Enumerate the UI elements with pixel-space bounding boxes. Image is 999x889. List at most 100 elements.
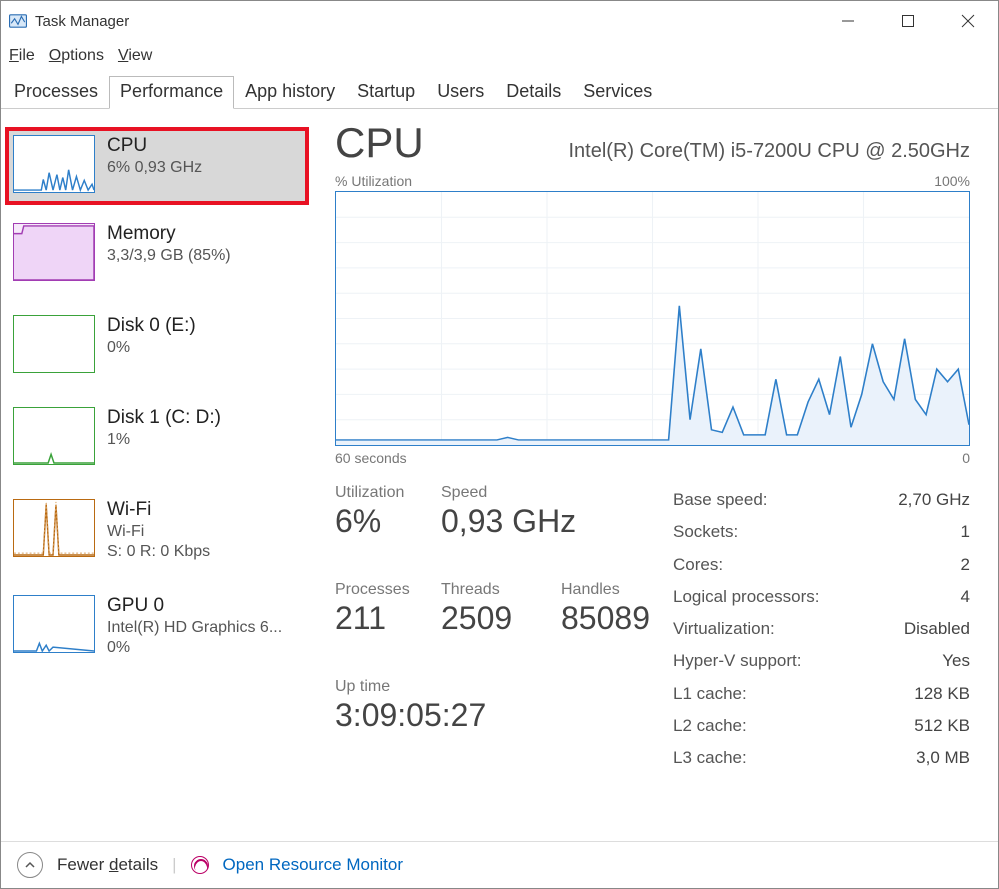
task-manager-icon (9, 12, 27, 30)
cpu-thumb (13, 135, 95, 193)
sidebar-item-disk0[interactable]: Disk 0 (E:) 0% (9, 311, 305, 381)
gpu-thumb-sub: Intel(R) HD Graphics 6... (107, 619, 282, 637)
tab-services[interactable]: Services (572, 76, 663, 109)
gpu-thumb-sub2: 0% (107, 639, 282, 657)
disk1-thumb-title: Disk 1 (C: D:) (107, 407, 221, 429)
disk0-thumb (13, 315, 95, 373)
tab-row: Processes Performance App history Startu… (1, 71, 998, 109)
wifi-thumb-sub2: S: 0 R: 0 Kbps (107, 543, 210, 561)
util-value: 6% (335, 502, 441, 540)
footer-bar: Fewer details | Open Resource Monitor (1, 841, 998, 888)
proc-value: 211 (335, 599, 441, 637)
stat-utilization: Utilization 6% (335, 484, 441, 569)
fewer-details-label[interactable]: Fewer details (57, 855, 158, 875)
handles-value: 85089 (561, 599, 631, 637)
util-label: Utilization (335, 484, 441, 502)
chart-bottom-labels: 60 seconds 0 (335, 450, 970, 466)
tab-startup[interactable]: Startup (346, 76, 426, 109)
stat-speed: Speed 0,93 GHz (441, 484, 631, 569)
cpu-thumb-text: CPU 6% 0,93 GHz (107, 135, 202, 177)
speed-value: 0,93 GHz (441, 502, 631, 540)
stats-left: Utilization 6% Speed 0,93 GHz Processes … (335, 484, 635, 775)
tab-apphistory[interactable]: App history (234, 76, 346, 109)
open-resource-monitor-link[interactable]: Open Resource Monitor (223, 855, 403, 875)
chart-ylabel: % Utilization (335, 173, 412, 189)
detail-logical: Logical processors:4 (673, 581, 970, 613)
menu-bar: File Options View (1, 41, 998, 71)
cpu-thumb-sub: 6% 0,93 GHz (107, 159, 202, 177)
disk1-thumb-sub: 1% (107, 431, 221, 449)
close-button[interactable] (938, 1, 998, 41)
menu-view[interactable]: View (118, 47, 152, 65)
detail-cores: Cores:2 (673, 549, 970, 581)
title-bar: Task Manager (1, 1, 998, 41)
gpu-thumb-text: GPU 0 Intel(R) HD Graphics 6... 0% (107, 595, 282, 657)
uptime-label: Up time (335, 678, 615, 696)
menu-options[interactable]: Options (49, 47, 104, 65)
detail-base-speed: Base speed:2,70 GHz (673, 484, 970, 516)
fewer-details-toggle[interactable] (17, 852, 43, 878)
resource-monitor-icon (191, 856, 209, 874)
gpu-thumb-title: GPU 0 (107, 595, 282, 617)
main-heading-row: CPU Intel(R) Core(TM) i5-7200U CPU @ 2.5… (335, 119, 970, 167)
disk0-thumb-sub: 0% (107, 339, 196, 357)
minimize-button[interactable] (818, 1, 878, 41)
memory-thumb-title: Memory (107, 223, 231, 245)
perf-main: CPU Intel(R) Core(TM) i5-7200U CPU @ 2.5… (311, 109, 998, 841)
cpu-model-name: Intel(R) Core(TM) i5-7200U CPU @ 2.50GHz (568, 140, 970, 163)
window-title: Task Manager (35, 13, 129, 30)
cpu-utilization-chart[interactable] (335, 191, 970, 446)
sidebar-item-disk1[interactable]: Disk 1 (C: D:) 1% (9, 403, 305, 473)
disk1-thumb-text: Disk 1 (C: D:) 1% (107, 407, 221, 449)
footer-separator: | (172, 855, 176, 875)
perf-sidebar: CPU 6% 0,93 GHz Memory 3,3/3,9 GB (85%) … (1, 109, 311, 841)
detail-l1: L1 cache:128 KB (673, 678, 970, 710)
detail-l3: L3 cache:3,0 MB (673, 742, 970, 774)
cpu-thumb-title: CPU (107, 135, 202, 157)
handles-label: Handles (561, 581, 631, 599)
wifi-thumb-text: Wi-Fi Wi-Fi S: 0 R: 0 Kbps (107, 499, 210, 561)
disk1-thumb (13, 407, 95, 465)
tab-details[interactable]: Details (495, 76, 572, 109)
gpu-thumb (13, 595, 95, 653)
detail-virtualization: Virtualization:Disabled (673, 613, 970, 645)
memory-thumb (13, 223, 95, 281)
sidebar-item-gpu[interactable]: GPU 0 Intel(R) HD Graphics 6... 0% (9, 591, 305, 665)
threads-value: 2509 (441, 599, 561, 637)
sidebar-item-wifi[interactable]: Wi-Fi Wi-Fi S: 0 R: 0 Kbps (9, 495, 305, 569)
window-controls (818, 1, 998, 41)
stat-uptime: Up time 3:09:05:27 (335, 678, 615, 763)
details-col: Base speed:2,70 GHz Sockets:1 Cores:2 Lo… (673, 484, 970, 775)
disk0-thumb-title: Disk 0 (E:) (107, 315, 196, 337)
tab-users[interactable]: Users (426, 76, 495, 109)
content-area: CPU 6% 0,93 GHz Memory 3,3/3,9 GB (85%) … (1, 109, 998, 841)
wifi-thumb (13, 499, 95, 557)
chart-ymax: 100% (934, 173, 970, 189)
maximize-button[interactable] (878, 1, 938, 41)
memory-thumb-sub: 3,3/3,9 GB (85%) (107, 247, 231, 265)
memory-thumb-text: Memory 3,3/3,9 GB (85%) (107, 223, 231, 265)
stat-handles: Handles 85089 (561, 581, 631, 666)
chart-xright: 0 (962, 450, 970, 466)
detail-hyperv: Hyper-V support:Yes (673, 645, 970, 677)
sidebar-item-memory[interactable]: Memory 3,3/3,9 GB (85%) (9, 219, 305, 289)
detail-l2: L2 cache:512 KB (673, 710, 970, 742)
tab-performance[interactable]: Performance (109, 76, 234, 109)
stat-threads: Threads 2509 (441, 581, 561, 666)
stat-processes: Processes 211 (335, 581, 441, 666)
sidebar-item-cpu[interactable]: CPU 6% 0,93 GHz (9, 131, 305, 201)
wifi-thumb-sub: Wi-Fi (107, 523, 210, 541)
chart-xleft: 60 seconds (335, 450, 407, 466)
speed-label: Speed (441, 484, 631, 502)
chevron-up-icon (24, 859, 36, 871)
stats-row: Utilization 6% Speed 0,93 GHz Processes … (335, 484, 970, 775)
disk0-thumb-text: Disk 0 (E:) 0% (107, 315, 196, 357)
wifi-thumb-title: Wi-Fi (107, 499, 210, 521)
menu-file[interactable]: File (9, 47, 35, 65)
detail-sockets: Sockets:1 (673, 516, 970, 548)
proc-label: Processes (335, 581, 441, 599)
tab-processes[interactable]: Processes (3, 76, 109, 109)
chart-top-labels: % Utilization 100% (335, 173, 970, 189)
threads-label: Threads (441, 581, 561, 599)
uptime-value: 3:09:05:27 (335, 696, 615, 734)
